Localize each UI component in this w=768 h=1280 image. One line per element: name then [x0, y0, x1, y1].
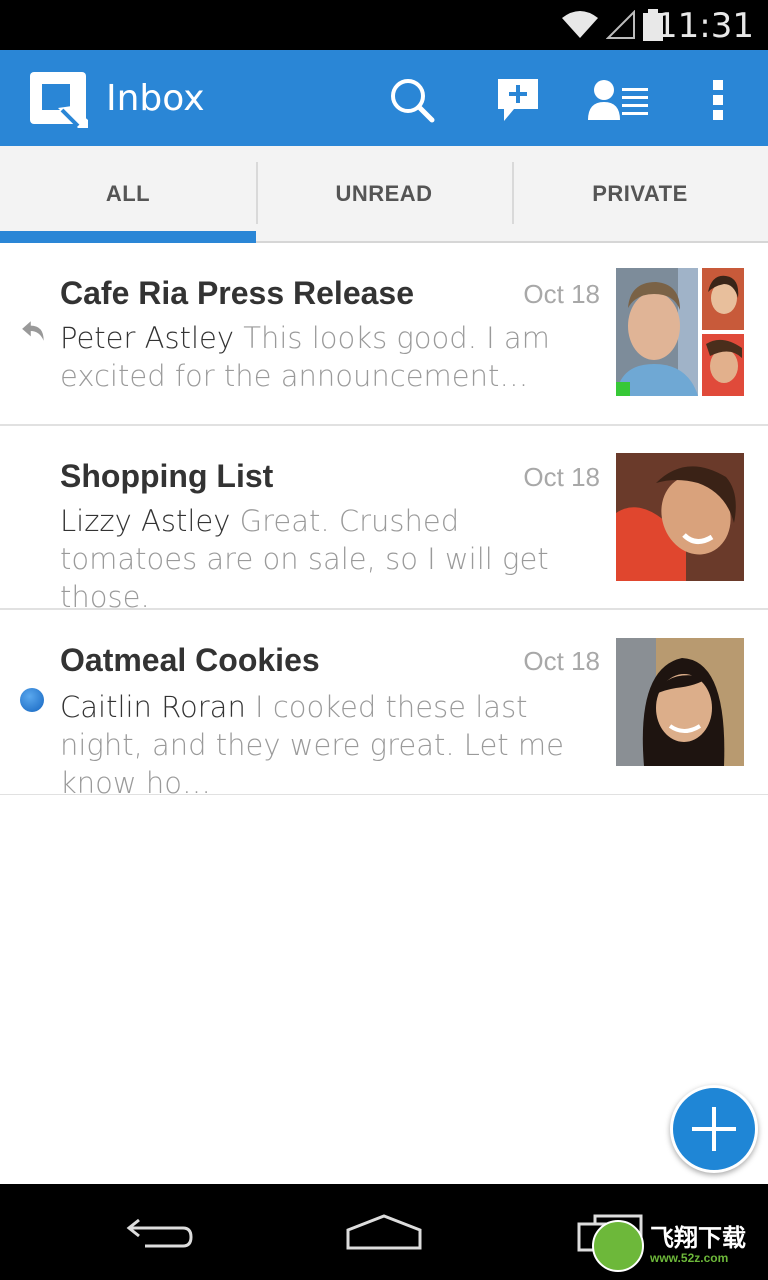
avatar-group[interactable] [616, 453, 744, 581]
avatar-group[interactable] [616, 268, 744, 396]
tab-private[interactable]: PRIVATE [512, 146, 768, 241]
thread-sender: Peter Astley [60, 321, 235, 355]
avatar [616, 268, 698, 396]
signal-icon [606, 10, 635, 39]
search-button[interactable] [380, 68, 444, 132]
watermark-url: www.52z.com [650, 1251, 729, 1265]
thread-list: Cafe Ria Press Release Oct 18 Peter Astl… [0, 243, 768, 800]
plus-icon [692, 1107, 736, 1151]
thread-date: Oct 18 [523, 279, 600, 309]
thread-row[interactable]: Cafe Ria Press Release Oct 18 Peter Astl… [0, 243, 768, 426]
tab-unread[interactable]: UNREAD [256, 146, 512, 241]
thread-date: Oct 18 [523, 646, 600, 676]
watermark-text: 飞翔下载 [650, 1225, 746, 1252]
watermark: 飞翔下载 www.52z.com [592, 1220, 762, 1272]
thread-snippet: Peter Astley This looks good. I am excit… [60, 319, 600, 395]
action-bar: Inbox [0, 50, 768, 146]
avatar [702, 334, 744, 396]
watermark-logo-icon [592, 1220, 644, 1272]
compose-icon [498, 79, 538, 121]
thread-row[interactable]: Shopping List Oct 18 Lizzy Astley Great.… [0, 426, 768, 614]
thread-sender: Lizzy Astley [60, 504, 231, 538]
back-button[interactable] [110, 1202, 210, 1262]
tab-bar: ALL UNREAD PRIVATE [0, 146, 768, 243]
thread-row[interactable]: Oatmeal Cookies Oct 18 Caitlin Roran I c… [0, 610, 768, 800]
avatar [616, 638, 744, 766]
thread-subject: Cafe Ria Press Release [60, 275, 414, 311]
status-icons [560, 8, 664, 42]
overflow-menu-icon [713, 80, 723, 120]
overflow-menu-button[interactable] [686, 68, 750, 132]
list-empty-area [0, 795, 768, 1183]
thread-sender: Caitlin Roran [60, 690, 246, 724]
status-time: 11:31 [656, 6, 754, 46]
compose-button[interactable] [486, 68, 550, 132]
back-icon [126, 1218, 193, 1248]
avatar [616, 453, 744, 581]
thread-subject: Oatmeal Cookies [60, 642, 320, 678]
search-icon [391, 79, 435, 123]
new-conversation-button[interactable] [670, 1085, 758, 1173]
page-title: Inbox [106, 78, 205, 119]
status-bar: 11:31 [0, 0, 768, 50]
avatar-group[interactable] [616, 638, 744, 766]
unread-dot [20, 688, 44, 712]
home-icon [346, 1214, 422, 1250]
thread-snippet: Lizzy Astley Great. Crushed tomatoes are… [60, 502, 600, 616]
system-nav-bar: 飞翔下载 www.52z.com [0, 1184, 768, 1280]
reply-icon [22, 321, 44, 341]
home-button[interactable] [334, 1202, 434, 1262]
thread-subject: Shopping List [60, 458, 274, 494]
tab-all[interactable]: ALL [0, 146, 256, 243]
contacts-icon [588, 80, 648, 120]
thread-date: Oct 18 [523, 462, 600, 492]
thread-snippet: Caitlin Roran I cooked these last night,… [60, 688, 600, 802]
app-logo-icon[interactable] [28, 70, 88, 130]
avatar [702, 268, 744, 330]
contacts-button[interactable] [586, 68, 650, 132]
wifi-icon [562, 11, 598, 38]
